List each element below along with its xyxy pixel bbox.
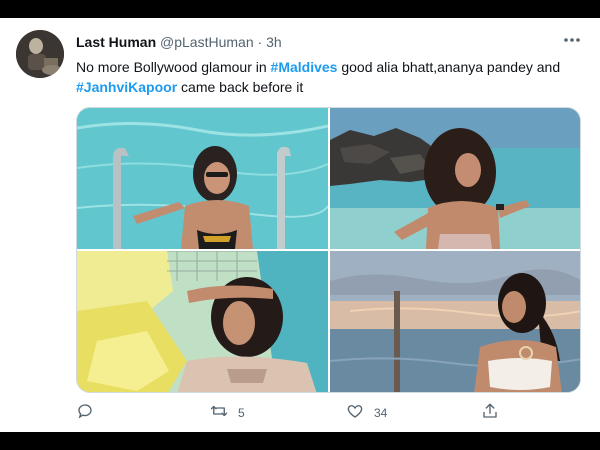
photo-4[interactable] — [330, 251, 580, 392]
share-icon — [481, 402, 499, 425]
media-grid — [76, 107, 581, 393]
photo-2[interactable] — [330, 108, 580, 249]
retweet-button[interactable]: 5 — [210, 401, 245, 425]
share-button[interactable] — [481, 401, 509, 425]
header-separator: · — [253, 34, 267, 50]
display-name[interactable]: Last Human — [76, 34, 156, 50]
timestamp[interactable]: 3h — [266, 34, 282, 50]
more-horizontal-icon[interactable] — [562, 30, 582, 55]
avatar[interactable] — [16, 30, 64, 78]
user-handle[interactable]: @pLastHuman — [160, 34, 254, 50]
tweet-text: No more Bollywood glamour in #Maldives g… — [76, 57, 586, 97]
tweet-actions: 5 34 — [76, 401, 581, 425]
tweet-text-part: good alia bhatt,ananya pandey and — [337, 59, 561, 75]
retweet-icon — [210, 402, 228, 425]
retweet-count: 5 — [238, 406, 245, 420]
like-button[interactable]: 34 — [346, 401, 387, 425]
hashtag-link[interactable]: #Maldives — [271, 59, 338, 75]
photo-3[interactable] — [77, 251, 328, 392]
reply-button[interactable] — [76, 401, 104, 425]
reply-icon — [76, 402, 94, 425]
tweet-card[interactable]: Last Human @pLastHuman · 3h No more Boll… — [0, 18, 600, 432]
hashtag-link[interactable]: #JanhviKapoor — [76, 79, 177, 95]
tweet-header: Last Human @pLastHuman · 3h — [76, 33, 282, 51]
like-count: 34 — [374, 406, 388, 420]
bottom-letterbox-bar — [0, 432, 600, 450]
tweet-text-part: came back before it — [177, 79, 304, 95]
tweet-text-part: No more Bollywood glamour in — [76, 59, 271, 75]
photo-1[interactable] — [77, 108, 328, 249]
top-letterbox-bar — [0, 0, 600, 18]
heart-icon — [346, 402, 364, 425]
avatar-image — [16, 30, 64, 78]
